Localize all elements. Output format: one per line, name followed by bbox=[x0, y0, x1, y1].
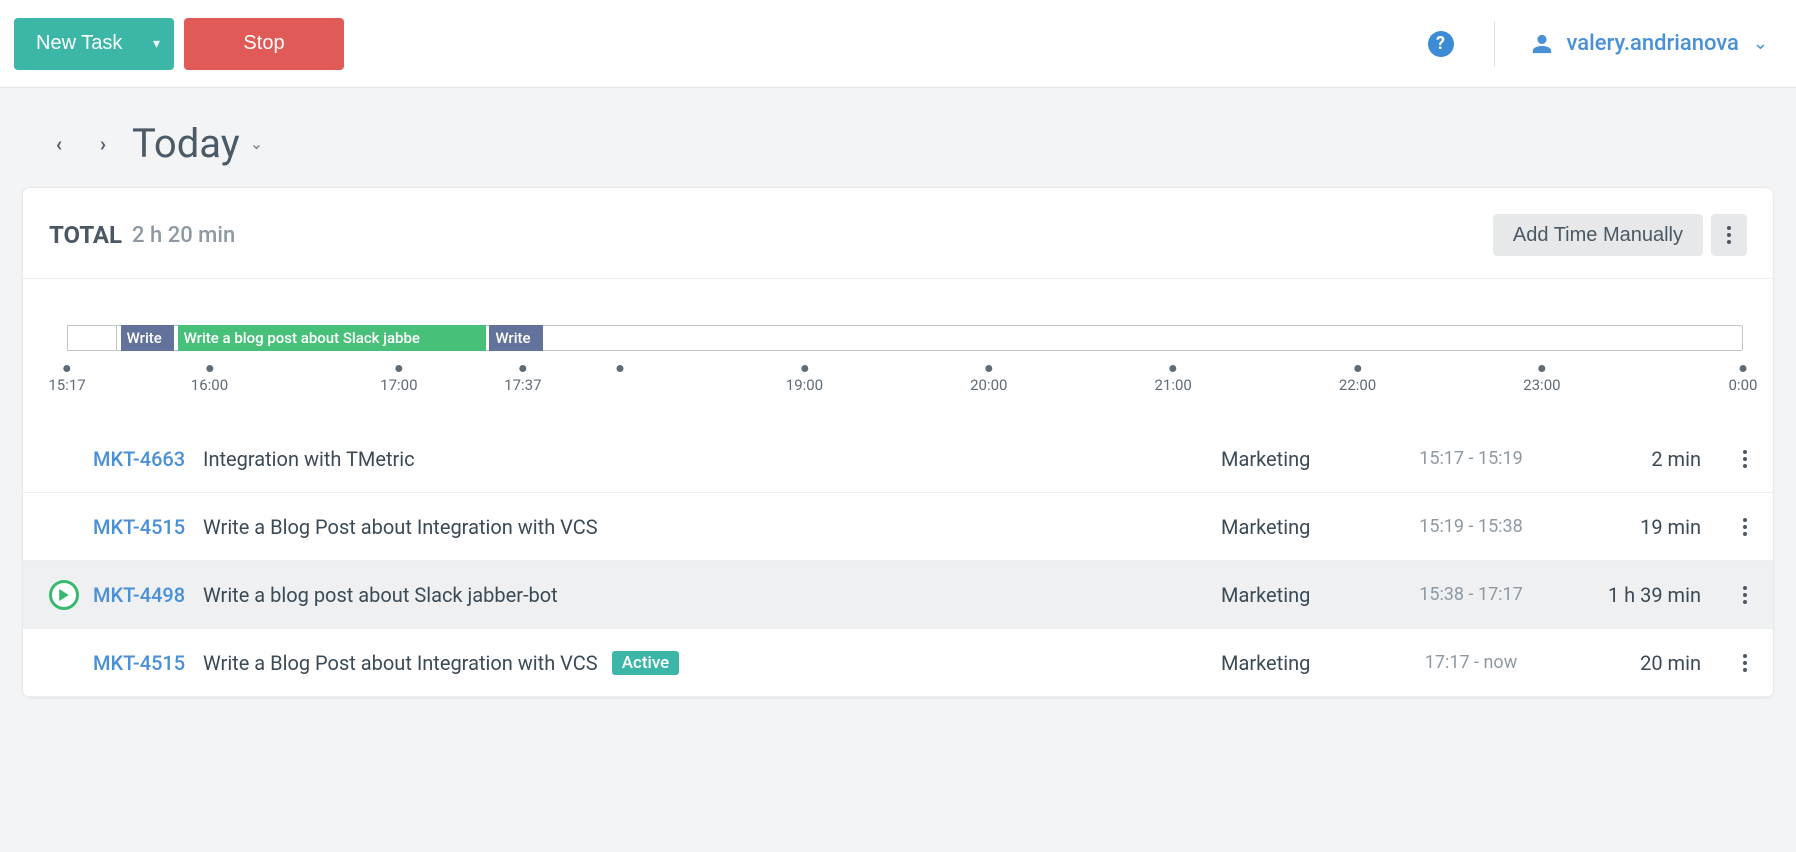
entry-description: Write a Blog Post about Integration with… bbox=[203, 651, 1221, 675]
entry-menu-button[interactable] bbox=[1701, 515, 1747, 539]
new-task-label: New Task bbox=[36, 32, 122, 55]
entry-menu-button[interactable] bbox=[1701, 447, 1747, 471]
date-title-text: Today bbox=[132, 120, 240, 167]
timeline-tick: 17:00 bbox=[380, 365, 417, 394]
kebab-icon bbox=[1743, 651, 1747, 675]
ticket-link[interactable]: MKT-4498 bbox=[93, 583, 203, 607]
next-day-button[interactable]: › bbox=[88, 129, 118, 159]
separator bbox=[1494, 21, 1495, 67]
card-header: TOTAL 2 h 20 min Add Time Manually bbox=[23, 214, 1773, 279]
total-label: TOTAL bbox=[49, 221, 122, 249]
timeline-block[interactable] bbox=[67, 325, 117, 351]
timeline-tick: 17:37 bbox=[504, 365, 541, 394]
chevron-down-icon: ▾ bbox=[153, 35, 160, 52]
ticket-link[interactable]: MKT-4663 bbox=[93, 447, 203, 471]
timeline-tick: 22:00 bbox=[1339, 365, 1376, 394]
entry-time-range: 15:17 - 15:19 bbox=[1381, 448, 1561, 469]
kebab-icon bbox=[1743, 515, 1747, 539]
kebab-icon bbox=[1743, 583, 1747, 607]
entry-time-range: 17:17 - now bbox=[1381, 652, 1561, 673]
entry-menu-button[interactable] bbox=[1701, 651, 1747, 675]
entry-row[interactable]: MKT-4515Write a Blog Post about Integrat… bbox=[23, 493, 1773, 561]
entry-duration: 2 min bbox=[1561, 447, 1701, 471]
timeline-tick: 16:00 bbox=[191, 365, 228, 394]
total-value: 2 h 20 min bbox=[132, 223, 235, 248]
entry-row[interactable]: MKT-4663Integration with TMetricMarketin… bbox=[23, 425, 1773, 493]
entry-row[interactable]: MKT-4515Write a Blog Post about Integrat… bbox=[23, 629, 1773, 697]
entry-time-range: 15:38 - 17:17 bbox=[1381, 584, 1561, 605]
user-icon bbox=[1531, 33, 1553, 55]
main-card: TOTAL 2 h 20 min Add Time Manually Write… bbox=[22, 187, 1774, 698]
prev-day-button[interactable]: ‹ bbox=[44, 129, 74, 159]
card-menu-button[interactable] bbox=[1711, 214, 1747, 256]
kebab-icon bbox=[1743, 447, 1747, 471]
timeline-tick: 15:17 bbox=[48, 365, 85, 394]
new-task-button[interactable]: New Task ▾ bbox=[14, 18, 174, 70]
entry-project: Marketing bbox=[1221, 447, 1381, 471]
user-menu[interactable]: valery.andrianova ⌄ bbox=[1531, 31, 1769, 56]
page-body: ‹ › Today ⌄ TOTAL 2 h 20 min Add Time Ma… bbox=[0, 88, 1796, 720]
stop-button[interactable]: Stop bbox=[184, 18, 344, 70]
timeline-block[interactable]: Write bbox=[489, 325, 543, 351]
entry-description: Integration with TMetric bbox=[203, 447, 1221, 471]
date-nav: ‹ › Today ⌄ bbox=[22, 110, 1774, 187]
timeline-tick: 19:00 bbox=[786, 365, 823, 394]
timeline[interactable]: WriteWrite a blog post about Slack jabbe… bbox=[67, 315, 1743, 359]
entry-description: Write a Blog Post about Integration with… bbox=[203, 515, 1221, 539]
timeline-axis: 15:1716:0017:0017:3719:0020:0021:0022:00… bbox=[67, 365, 1743, 395]
topbar: New Task ▾ Stop ? valery.andrianova ⌄ bbox=[0, 0, 1796, 88]
date-picker[interactable]: Today ⌄ bbox=[132, 120, 263, 167]
entry-row[interactable]: MKT-4498Write a blog post about Slack ja… bbox=[23, 561, 1773, 629]
timeline-tick: 20:00 bbox=[970, 365, 1007, 394]
entry-time-range: 15:19 - 15:38 bbox=[1381, 516, 1561, 537]
entries-list: MKT-4663Integration with TMetricMarketin… bbox=[23, 425, 1773, 697]
ticket-link[interactable]: MKT-4515 bbox=[93, 515, 203, 539]
timeline-block[interactable]: Write bbox=[121, 325, 175, 351]
chevron-down-icon: ⌄ bbox=[250, 134, 263, 153]
play-slot bbox=[49, 580, 93, 610]
ticket-link[interactable]: MKT-4515 bbox=[93, 651, 203, 675]
active-badge: Active bbox=[612, 651, 680, 675]
timeline-tick: 23:00 bbox=[1523, 365, 1560, 394]
add-time-manually-button[interactable]: Add Time Manually bbox=[1493, 214, 1703, 256]
play-button[interactable] bbox=[49, 580, 79, 610]
entry-duration: 1 h 39 min bbox=[1561, 583, 1701, 607]
entry-menu-button[interactable] bbox=[1701, 583, 1747, 607]
timeline-tick: 0:00 bbox=[1729, 365, 1758, 394]
kebab-icon bbox=[1727, 223, 1731, 247]
entry-project: Marketing bbox=[1221, 651, 1381, 675]
timeline-section: WriteWrite a blog post about Slack jabbe… bbox=[23, 279, 1773, 405]
timeline-block[interactable]: Write a blog post about Slack jabbe bbox=[178, 325, 486, 351]
user-name: valery.andrianova bbox=[1567, 31, 1739, 56]
entry-duration: 19 min bbox=[1561, 515, 1701, 539]
chevron-down-icon: ⌄ bbox=[1753, 33, 1768, 54]
entry-project: Marketing bbox=[1221, 583, 1381, 607]
timeline-tick: 21:00 bbox=[1154, 365, 1191, 394]
stop-label: Stop bbox=[243, 32, 284, 55]
entry-duration: 20 min bbox=[1561, 651, 1701, 675]
timeline-tick bbox=[617, 365, 624, 376]
entry-description: Write a blog post about Slack jabber-bot bbox=[203, 583, 1221, 607]
entry-project: Marketing bbox=[1221, 515, 1381, 539]
help-icon[interactable]: ? bbox=[1428, 31, 1454, 57]
